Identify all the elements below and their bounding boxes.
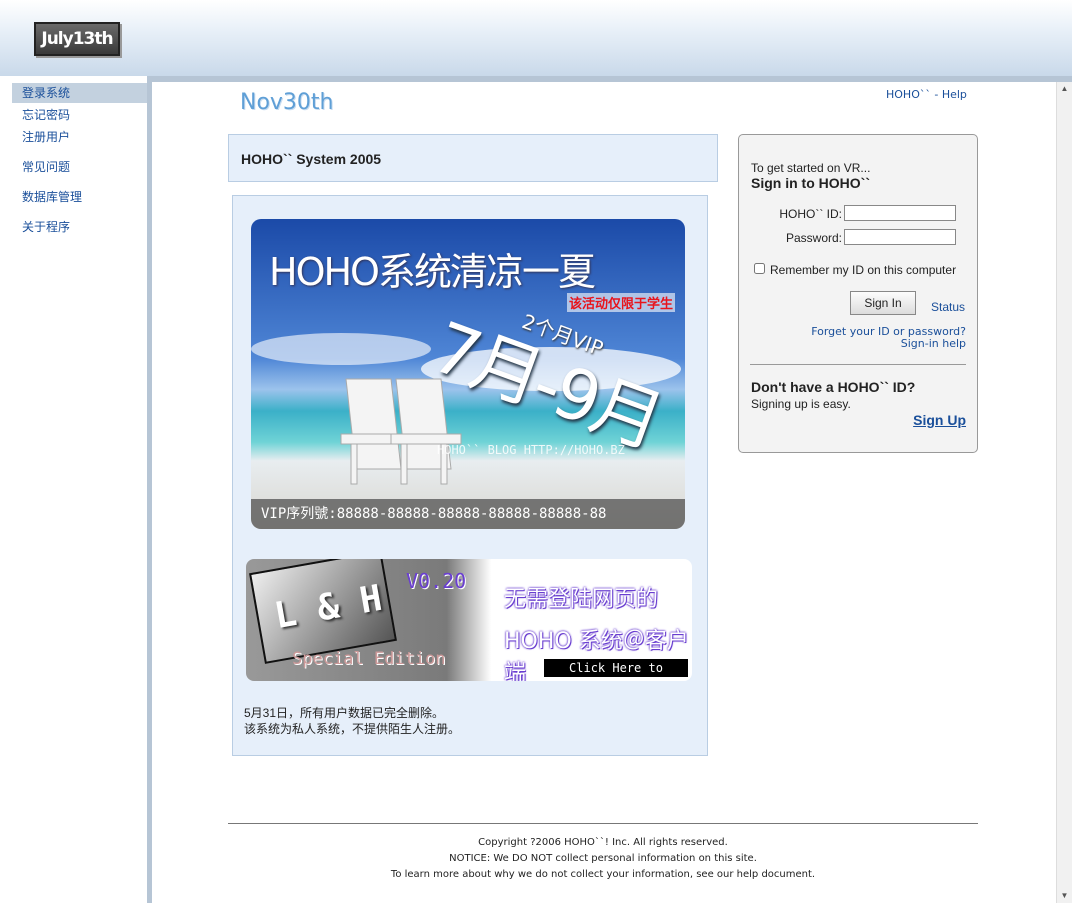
- sidebar-item-register[interactable]: 注册用户: [12, 127, 148, 147]
- id-label: HOHO`` ID:: [779, 207, 842, 221]
- main-content-panel: HOHO系统清凉一夏 该活动仅限于学生 2个月VIP 7月-9月 HOHO`` …: [232, 195, 708, 756]
- site-logo[interactable]: July13th: [34, 22, 120, 56]
- notice-line-1: 5月31日，所有用户数据已完全删除。: [244, 706, 445, 720]
- sidebar-item-faq[interactable]: 常见问题: [12, 157, 148, 177]
- password-label: Password:: [785, 231, 842, 245]
- system-title-box: HOHO`` System 2005: [228, 134, 718, 182]
- signin-button[interactable]: Sign In: [850, 291, 916, 315]
- footer-learn-more: To learn more about why we do not collec…: [390, 869, 816, 880]
- footer-notice: NOTICE: We DO NOT collect personal infor…: [449, 853, 757, 864]
- signin-help-link[interactable]: Sign-in help: [901, 337, 966, 350]
- password-input[interactable]: [844, 229, 956, 245]
- signin-title: Sign in to HOHO``: [751, 175, 870, 191]
- no-id-title: Don't have a HOHO`` ID?: [751, 379, 916, 395]
- frame-border-top: [147, 76, 1072, 82]
- banner-version: V0.20: [406, 569, 467, 593]
- signup-link[interactable]: Sign Up: [913, 412, 966, 428]
- promo-serial: VIP序列號:88888-88888-88888-88888-88888-88: [251, 499, 685, 529]
- signin-panel: To get started on VR... Sign in to HOHO`…: [738, 134, 978, 453]
- banner-line-1: 无需登陆网页的: [504, 587, 659, 612]
- top-banner: July13th: [0, 0, 1072, 76]
- remember-checkbox[interactable]: [754, 263, 765, 274]
- vertical-scrollbar[interactable]: ▲ ▼: [1056, 82, 1072, 903]
- sidebar-item-database[interactable]: 数据库管理: [12, 187, 148, 207]
- notice-line-2: 该系统为私人系统，不提供陌生人注册。: [244, 722, 461, 736]
- footer-divider: [228, 823, 978, 824]
- footer-copyright: Copyright ?2006 HOHO``! Inc. All rights …: [478, 837, 728, 848]
- sidebar-item-forgot-password[interactable]: 忘记密码: [12, 105, 148, 125]
- brand-logo: Nov30th: [240, 90, 334, 115]
- signup-text: Signing up is easy.: [751, 397, 851, 411]
- status-link[interactable]: Status: [931, 300, 965, 314]
- promo-image[interactable]: HOHO系统清凉一夏 该活动仅限于学生 2个月VIP 7月-9月 HOHO`` …: [251, 219, 685, 529]
- promo-title: HOHO系统清凉一夏: [269, 250, 596, 294]
- download-button[interactable]: Click Here to DownLoad: [544, 659, 688, 681]
- system-title: HOHO`` System 2005: [241, 151, 382, 167]
- download-banner[interactable]: L & H Special Edition V0.20 无需登陆网页的 HOHO…: [246, 559, 692, 681]
- scroll-down-arrow-icon[interactable]: ▼: [1057, 889, 1072, 903]
- sidebar-item-about[interactable]: 关于程序: [12, 217, 148, 237]
- divider: [750, 364, 966, 365]
- banner-special-edition: Special Edition: [292, 649, 446, 669]
- scroll-up-arrow-icon[interactable]: ▲: [1057, 82, 1072, 96]
- remember-label: Remember my ID on this computer: [770, 263, 957, 277]
- id-input[interactable]: [844, 205, 956, 221]
- signin-intro: To get started on VR...: [751, 161, 871, 175]
- help-link[interactable]: HOHO`` - Help: [886, 88, 967, 101]
- frame-border-left: [147, 76, 152, 903]
- promo-blog-url: HOHO`` BLOG HTTP://HOHO.BZ: [437, 443, 625, 457]
- sidebar-item-login[interactable]: 登录系统: [12, 83, 148, 103]
- sidebar: 登录系统 忘记密码 注册用户 常见问题 数据库管理 关于程序: [0, 76, 148, 903]
- promo-note: 该活动仅限于学生: [567, 293, 676, 312]
